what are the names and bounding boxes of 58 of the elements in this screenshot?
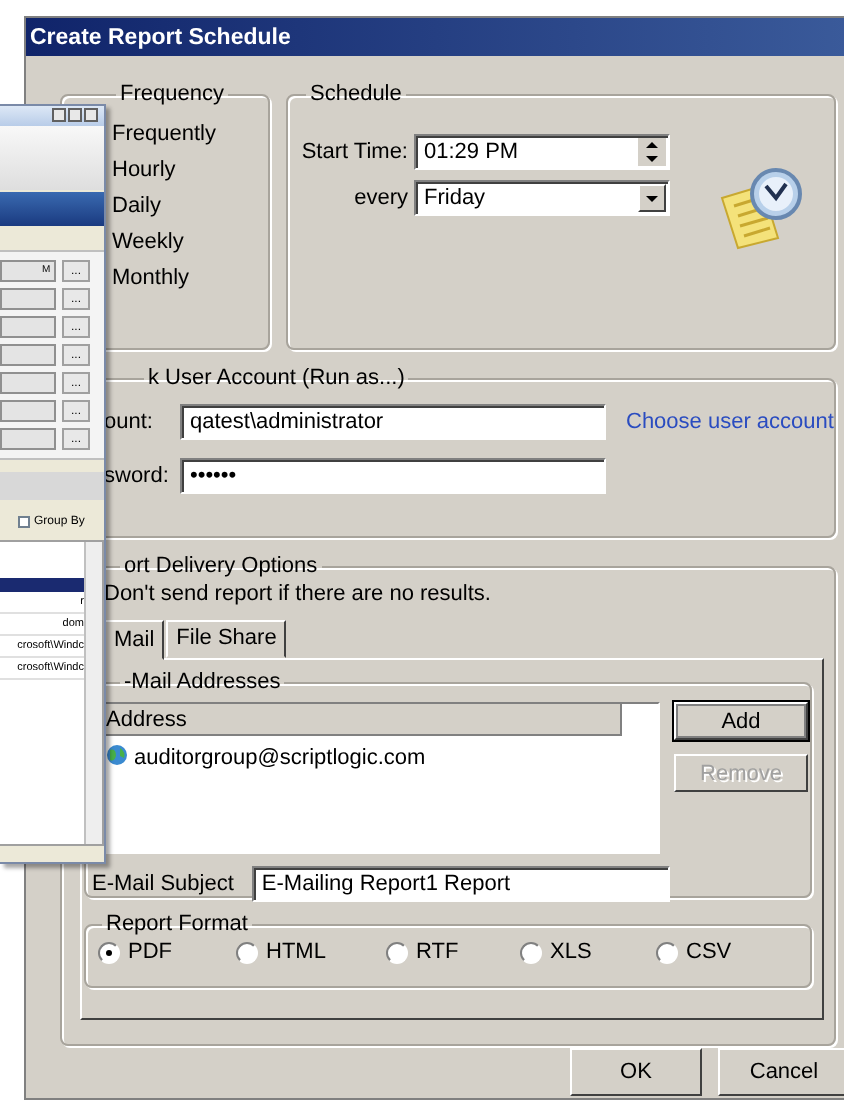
- toolbar-strip: [0, 472, 104, 500]
- column-header[interactable]: Address: [102, 704, 622, 736]
- option-label: HTML: [266, 940, 326, 964]
- checkbox[interactable]: [18, 516, 30, 528]
- subject-field[interactable]: E-Mailing Report1 Report: [251, 866, 670, 902]
- group-label: Frequency: [120, 82, 224, 106]
- schedule-clock-icon: [718, 166, 806, 250]
- add-button[interactable]: Add: [674, 702, 808, 740]
- input-field[interactable]: [0, 344, 56, 366]
- option-label: PDF: [128, 940, 172, 964]
- password-field[interactable]: ••••••: [180, 458, 606, 494]
- input-field[interactable]: [0, 428, 56, 450]
- ok-button[interactable]: OK: [570, 1048, 702, 1096]
- choose-account-link[interactable]: Choose user account: [626, 410, 834, 434]
- option-label: Monthly: [112, 266, 192, 290]
- field-label: ount:: [104, 410, 155, 434]
- field-label: E-Mail Subject: [92, 872, 234, 896]
- day-dropdown[interactable]: Friday: [414, 180, 670, 216]
- option-label: Frequently: [112, 122, 218, 146]
- spin-button[interactable]: [638, 138, 666, 166]
- group-label: k User Account (Run as...): [148, 366, 405, 390]
- input-field[interactable]: [0, 316, 56, 338]
- radio-button[interactable]: [656, 941, 678, 963]
- header-bar: [0, 192, 104, 226]
- input-field[interactable]: [0, 400, 56, 422]
- toolbar-area: [0, 126, 104, 190]
- input-field[interactable]: [0, 372, 56, 394]
- field-label: Start Time:: [299, 140, 408, 164]
- group-label: Report Format: [106, 912, 248, 936]
- input-field[interactable]: [0, 288, 56, 310]
- list-header: [0, 578, 84, 592]
- tab[interactable]: Mail: [104, 620, 165, 660]
- field-label: every: [352, 186, 408, 210]
- dropdown-arrow-button[interactable]: [638, 184, 666, 212]
- globe-icon: [106, 744, 128, 766]
- option-label: RTF: [416, 940, 459, 964]
- address-list[interactable]: Address auditorgroup@scriptlogic.com: [100, 702, 660, 854]
- option-label: Daily: [112, 194, 163, 218]
- tab[interactable]: File Share: [166, 620, 287, 658]
- field-label: sword:: [104, 464, 171, 488]
- window-title: Create Report Schedule: [30, 25, 291, 49]
- radio-button[interactable]: [520, 941, 542, 963]
- cancel-button[interactable]: Cancel: [718, 1048, 844, 1096]
- group-label: ort Delivery Options: [124, 554, 318, 578]
- email-address[interactable]: auditorgroup@scriptlogic.com: [134, 746, 426, 770]
- no-results-text: Don't send report if there are no results.: [104, 582, 493, 606]
- radio-button[interactable]: [236, 941, 258, 963]
- radio-button[interactable]: [386, 941, 408, 963]
- scrollbar[interactable]: [84, 542, 102, 844]
- radio-button[interactable]: [98, 941, 120, 963]
- account-field[interactable]: qatest\administrator: [180, 404, 606, 440]
- group-label: Schedule: [310, 82, 402, 106]
- option-label: Weekly: [112, 230, 186, 254]
- group-label: -Mail Addresses: [124, 670, 281, 694]
- time-field[interactable]: 01:29 PM: [414, 134, 670, 170]
- option-label: CSV: [686, 940, 732, 964]
- option-label: XLS: [550, 940, 592, 964]
- option-label: Hourly: [112, 158, 178, 182]
